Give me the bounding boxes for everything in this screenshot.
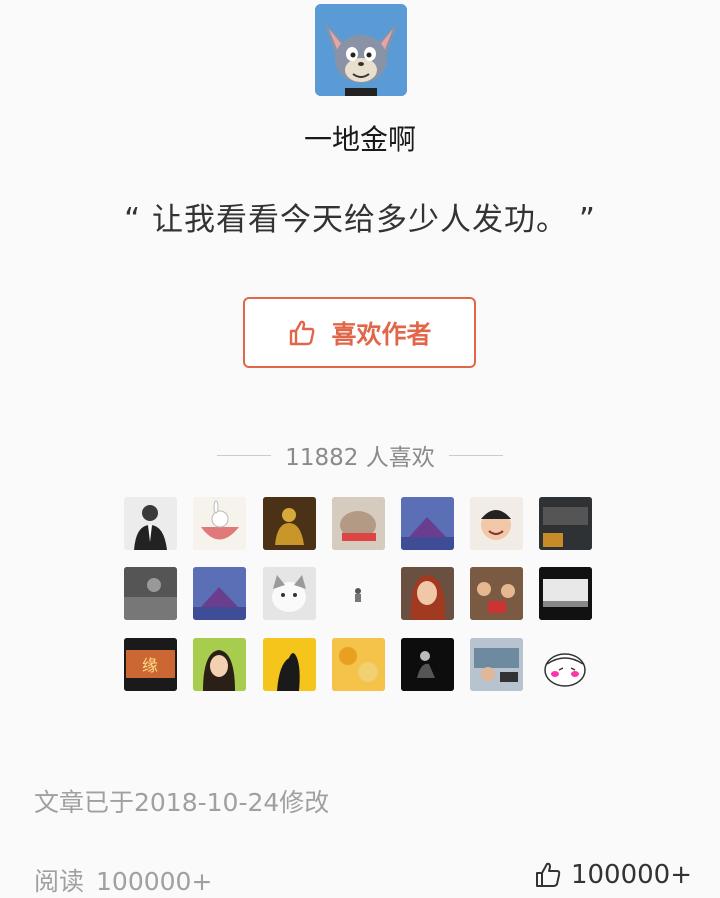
divider-right: [448, 454, 503, 456]
liker-avatar[interactable]: 缘: [124, 638, 177, 691]
liker-avatar[interactable]: [124, 497, 177, 550]
group-photo-avatar: [470, 567, 523, 620]
cartoon-cat-avatar-icon: [315, 4, 407, 96]
liker-avatar[interactable]: [332, 638, 385, 691]
likes-summary-text: 11882 人喜欢: [285, 445, 435, 471]
white-kitten-avatar: [263, 567, 316, 620]
cartoon-cat-purple-avatar: [193, 567, 246, 620]
thumbs-up-outline-icon: [535, 862, 561, 887]
author-avatar[interactable]: [315, 4, 407, 96]
liker-avatar[interactable]: [470, 638, 523, 691]
liker-avatar[interactable]: [263, 638, 316, 691]
liker-avatar[interactable]: [401, 638, 454, 691]
liker-avatar[interactable]: [263, 567, 316, 620]
tiny-figure-avatar: [332, 567, 385, 620]
silhouette-yellow-avatar: [263, 638, 316, 691]
divider-left: [217, 454, 272, 456]
girl-green-background-avatar: [193, 638, 246, 691]
liker-avatar[interactable]: [470, 497, 523, 550]
article-like-button[interactable]: 100000+: [533, 860, 692, 890]
liker-avatar[interactable]: [263, 497, 316, 550]
liker-avatar[interactable]: [124, 567, 177, 620]
liker-avatar[interactable]: [401, 497, 454, 550]
read-count: 阅读 100000+: [34, 862, 224, 898]
autumn-leaves-avatar: [332, 638, 385, 691]
cat-photo-avatar: [332, 497, 385, 550]
liker-avatar[interactable]: [539, 638, 592, 691]
article-like-count: 100000+: [570, 860, 692, 890]
funny-smile-cartoon-avatar: [539, 638, 592, 691]
read-count-value: 100000+: [96, 867, 213, 896]
smiling-boy-avatar: [470, 497, 523, 550]
svg-text:缘: 缘: [142, 656, 158, 675]
liker-avatar[interactable]: [332, 497, 385, 550]
liker-avatar[interactable]: [332, 567, 385, 620]
dark-figure-avatar: [401, 638, 454, 691]
person-suit-avatar: [124, 497, 177, 550]
thumbs-up-icon: [290, 320, 315, 345]
landscape-bw-avatar: [539, 567, 592, 620]
author-quote: “ 让我看看今天给多少人发功。 ”: [124, 202, 596, 238]
liker-avatar[interactable]: [193, 638, 246, 691]
rabbit-bowl-avatar: [193, 497, 246, 550]
car-interior-avatar: [470, 638, 523, 691]
liker-avatar[interactable]: [193, 497, 246, 550]
liker-avatar[interactable]: [193, 567, 246, 620]
cartoon-cat-purple-avatar: [401, 497, 454, 550]
liker-avatar[interactable]: [539, 497, 592, 550]
grayscale-person-avatar: [124, 567, 177, 620]
like-author-label: 喜欢作者: [331, 319, 432, 349]
likes-summary: 11882 人喜欢: [0, 438, 720, 472]
modified-date: 文章已于2018-10-24修改: [34, 788, 330, 817]
read-count-label: 阅读: [34, 867, 85, 896]
car-photo-avatar: [539, 497, 592, 550]
liker-avatar[interactable]: [470, 567, 523, 620]
liker-avatar-grid: 缘: [124, 497, 594, 692]
author-name[interactable]: 一地金啊: [0, 118, 720, 158]
like-author-button[interactable]: 喜欢作者: [243, 297, 476, 368]
chinese-calligraphy-avatar: 缘: [124, 638, 177, 691]
liker-avatar[interactable]: [401, 567, 454, 620]
woman-red-hair-avatar: [401, 567, 454, 620]
golden-buddha-avatar: [263, 497, 316, 550]
liker-avatar[interactable]: [539, 567, 592, 620]
